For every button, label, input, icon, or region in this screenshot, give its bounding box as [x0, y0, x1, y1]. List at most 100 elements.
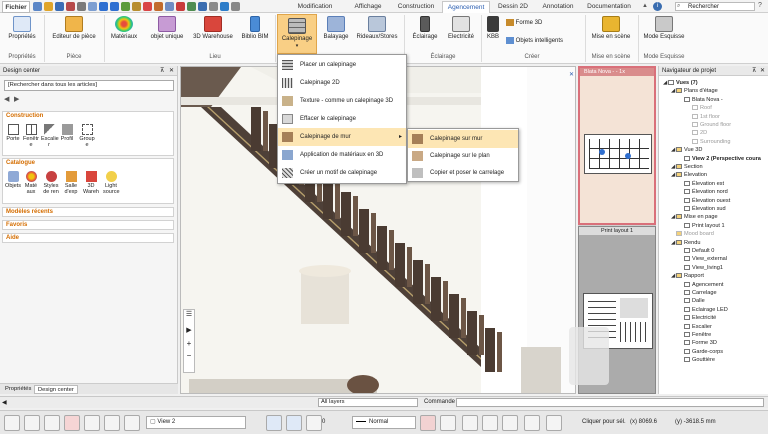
nav-item[interactable]: Blata Nova - [679, 96, 723, 104]
tab-annotation[interactable]: Annotation [536, 1, 580, 13]
navigator-pin-icon[interactable]: ⊼ [752, 67, 756, 74]
group-item[interactable]: Group e [79, 124, 95, 148]
nav-item[interactable]: Eclairage LED [679, 306, 728, 314]
kbb-button[interactable]: KBB [483, 16, 503, 41]
3d-shape-button[interactable]: Forme 3D [506, 19, 542, 26]
nav-item[interactable]: 2D [687, 129, 707, 137]
nav-item[interactable]: ◢ Élevation [671, 171, 707, 179]
layers-dropdown[interactable]: All layers [318, 398, 418, 407]
room-editor-button[interactable]: Editeur de pièce [48, 16, 100, 41]
down-arrow-icon[interactable] [286, 415, 302, 431]
menu-create-tiling-pattern[interactable]: Créer un motif de calepinage [278, 164, 406, 182]
help-section[interactable]: Aide [2, 233, 174, 243]
materials-button[interactable]: Matériaux [106, 16, 142, 41]
navigation-cube[interactable] [569, 327, 609, 385]
properties-button[interactable]: Propriétés [4, 16, 40, 41]
open-icon[interactable] [44, 2, 53, 11]
tab-affichage[interactable]: Affichage [346, 1, 390, 13]
render-icon[interactable] [176, 2, 185, 11]
tab-dessin-2d[interactable]: Dessin 2D [490, 1, 536, 13]
nav-item[interactable]: View_living1 [679, 264, 723, 272]
line-tool-icon[interactable] [524, 415, 540, 431]
nav-item[interactable]: ◢ Vues (7) [663, 79, 698, 87]
door-item[interactable]: Porte [5, 124, 21, 142]
electricity-button[interactable]: Electricité [444, 16, 478, 41]
help-question-icon[interactable]: ? [758, 2, 762, 9]
tab-agencement[interactable]: Agencement [442, 1, 490, 13]
curtains-button[interactable]: Rideaux/Stores [354, 16, 400, 41]
navigator-close-icon[interactable]: ✕ [760, 67, 765, 74]
camera-icon[interactable] [165, 2, 174, 11]
export-icon[interactable] [77, 2, 86, 11]
nav-item[interactable]: ◢ Mise en page [671, 213, 718, 221]
menu-texture-3d[interactable]: Texture - comme un calepinage 3D [278, 92, 406, 110]
bim-library-button[interactable]: Biblio BIM [238, 16, 272, 41]
submenu-tiling-on-plan[interactable]: Calepinage sur le plan [408, 147, 518, 165]
render-styles-item[interactable]: Styles de ren [43, 171, 59, 195]
nav-item[interactable]: ◢ Vue 3D [671, 146, 702, 154]
favorites-section[interactable]: Favoris [2, 220, 174, 230]
forward-arrow-icon[interactable]: ▶ [14, 95, 19, 103]
nav-item[interactable]: ◢ Section [671, 163, 703, 171]
tab-construction[interactable]: Construction [390, 1, 442, 13]
viewport-close-icon[interactable]: ✕ [569, 71, 574, 78]
nav-item[interactable]: Élevation nord [679, 188, 728, 196]
help-icon[interactable] [220, 2, 229, 11]
tiling-button[interactable]: Calepinage ▾ [277, 14, 317, 54]
redo-icon[interactable] [110, 2, 119, 11]
cube-icon[interactable] [198, 2, 207, 11]
3d-warehouse-item[interactable]: 3D Wareh [83, 171, 99, 195]
menu-place-tiling[interactable]: Placer un calepinage [278, 56, 406, 74]
light-source-item[interactable]: Light source [103, 171, 120, 195]
single-object-button[interactable]: objet unique [146, 16, 188, 41]
brush-icon[interactable] [306, 415, 322, 431]
tab-design-center[interactable]: Design center [34, 385, 78, 394]
nav-item[interactable]: View 2 (Perspective coura [679, 155, 761, 163]
nav-item[interactable]: 1st floor [687, 113, 720, 121]
nav-item[interactable]: Gouttière [679, 356, 715, 364]
info-icon[interactable]: i [653, 2, 662, 11]
nav-item[interactable]: Forme 3D [679, 339, 717, 347]
pencil-icon[interactable] [143, 2, 152, 11]
menu-wall-tiling[interactable]: Calepinage de mur ▸ [278, 128, 406, 146]
grid-icon[interactable] [209, 2, 218, 11]
staging-button[interactable]: Mise en scène [587, 16, 635, 41]
nav-item[interactable]: Élevation ouest [679, 197, 730, 205]
profile-item[interactable]: Profil [59, 124, 75, 142]
transform-tool-icon[interactable] [546, 415, 562, 431]
ortho-icon[interactable] [24, 415, 40, 431]
line-style-select[interactable]: Normal [352, 416, 416, 429]
tab-documentation[interactable]: Documentation [580, 1, 638, 13]
layers-icon[interactable] [187, 2, 196, 11]
minimize-ribbon-icon[interactable]: ▲ [642, 3, 648, 9]
nav-item[interactable]: Agencement [679, 281, 723, 289]
thumbnail-print-layout[interactable]: Print layout 1 [569, 226, 656, 394]
nav-item[interactable]: Escalier [679, 323, 712, 331]
measure-icon[interactable] [132, 2, 141, 11]
command-input[interactable] [456, 398, 764, 407]
nav-item[interactable]: Élevation sud [679, 205, 726, 213]
nav-item[interactable]: Roof [687, 104, 712, 112]
select-icon[interactable] [121, 2, 130, 11]
dimension-tool-icon[interactable] [502, 415, 518, 431]
menu-apply-materials-3d[interactable]: Application de matériaux en 3D [278, 146, 406, 164]
nav-item[interactable]: Garde-corps [679, 348, 723, 356]
nav-item[interactable]: Carrelage [679, 289, 717, 297]
save-icon[interactable] [55, 2, 64, 11]
nav-item[interactable]: Mood board [671, 230, 714, 238]
back-arrow-icon[interactable]: ◀ [4, 95, 9, 103]
stair-item[interactable]: Escalie r [41, 124, 59, 148]
smart-objects-button[interactable]: Objets intelligents [506, 37, 563, 44]
tab-modification[interactable]: Modification [284, 1, 346, 13]
menu-tiling-2d[interactable]: Calepinage 2D [278, 74, 406, 92]
paint-icon[interactable] [154, 2, 163, 11]
recent-models-section[interactable]: Modèles récents [2, 207, 174, 217]
arrow-tool-icon[interactable] [462, 415, 478, 431]
up-arrow-icon[interactable] [266, 415, 282, 431]
layer-tool-icon[interactable] [440, 415, 456, 431]
rectangle-icon[interactable] [44, 415, 60, 431]
lasso-icon[interactable] [124, 415, 140, 431]
zoom-in-icon[interactable]: + [184, 339, 194, 348]
thumbnail-floorplan[interactable]: Blata Nova - - 1x [578, 66, 656, 225]
3d-warehouse-button[interactable]: 3D Warehouse [190, 16, 236, 41]
